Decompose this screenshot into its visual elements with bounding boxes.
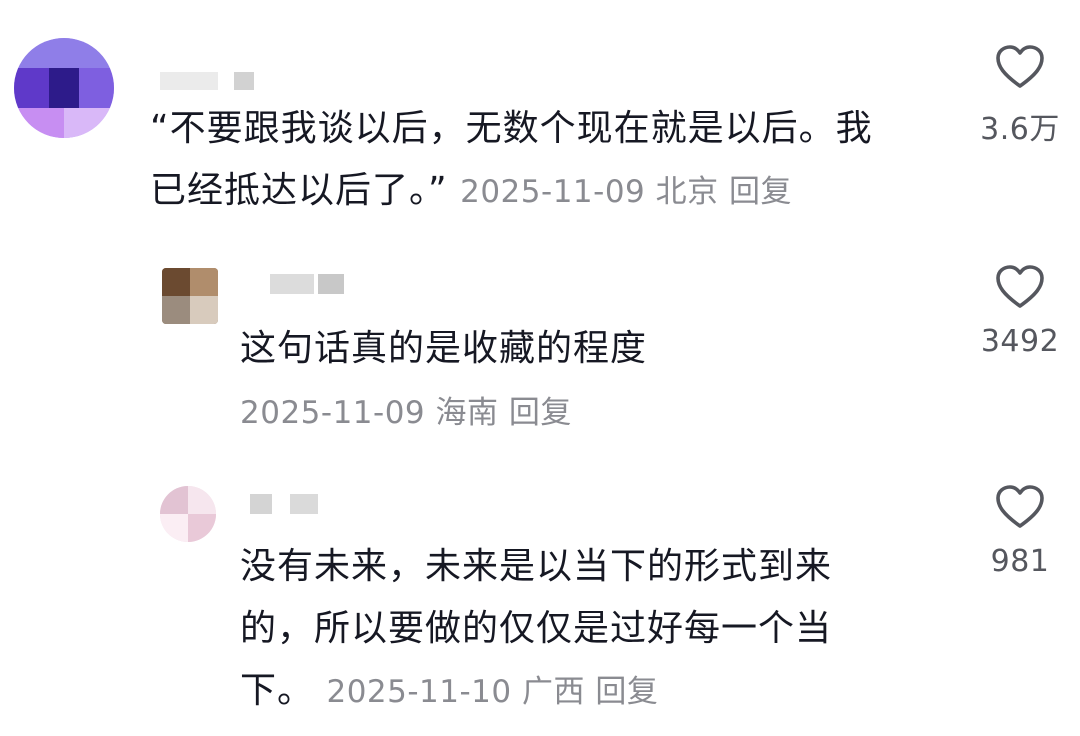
reply-item: 没有未来，未来是以当下的形式到来 的，所以要做的仅仅是过好每一个当 下。 202…	[0, 470, 1080, 736]
comment-line: “不要跟我谈以后，无数个现在就是以后。我	[150, 108, 873, 149]
comment-date: 2025-11-09	[460, 174, 646, 210]
comment-line: 已经抵达以后了。” 2025-11-09 北京 回复	[150, 160, 950, 223]
heart-outline-icon	[996, 45, 1044, 88]
comment-line-text: 下。	[240, 670, 315, 711]
avatar[interactable]	[14, 38, 114, 138]
comment-item: “不要跟我谈以后，无数个现在就是以后。我 已经抵达以后了。” 2025-11-0…	[0, 0, 1080, 230]
reply-button[interactable]: 回复	[509, 395, 572, 431]
avatar[interactable]	[160, 486, 216, 542]
comment-line-text: 已经抵达以后了。”	[150, 170, 448, 211]
comment-date: 2025-11-10	[326, 674, 512, 710]
reply-button[interactable]: 回复	[595, 674, 658, 710]
comment-line: 没有未来，未来是以当下的形式到来	[240, 546, 833, 587]
comment-meta: 2025-11-10 广西 回复	[326, 674, 658, 710]
reply-button[interactable]: 回复	[729, 174, 792, 210]
like-button[interactable]: 3492	[970, 264, 1070, 359]
comment-line: 的，所以要做的仅仅是过好每一个当	[240, 608, 833, 649]
comment-text: 没有未来，未来是以当下的形式到来 的，所以要做的仅仅是过好每一个当 下。 202…	[240, 536, 940, 723]
comment-line: 下。 2025-11-10 广西 回复	[240, 660, 940, 723]
avatar[interactable]	[162, 268, 218, 324]
like-button[interactable]: 981	[970, 484, 1070, 579]
comment-meta: 2025-11-09 北京 回复	[460, 174, 792, 210]
comment-location: 广西	[522, 674, 585, 710]
username-blurred[interactable]	[160, 70, 280, 92]
like-count: 981	[990, 544, 1050, 579]
comment-meta: 2025-11-09 海南 回复	[240, 382, 940, 444]
comment-line: 这句话真的是收藏的程度	[240, 328, 648, 369]
comment-location: 北京	[655, 174, 719, 210]
like-count: 3492	[980, 324, 1060, 359]
username-blurred[interactable]	[270, 274, 370, 296]
reply-item: 这句话真的是收藏的程度 2025-11-09 海南 回复 3492	[0, 240, 1080, 470]
comment-text: “不要跟我谈以后，无数个现在就是以后。我 已经抵达以后了。” 2025-11-0…	[150, 98, 950, 223]
heart-outline-icon	[996, 485, 1044, 528]
comment-date: 2025-11-09	[240, 395, 426, 431]
heart-outline-icon	[996, 265, 1044, 308]
username-blurred[interactable]	[250, 494, 350, 516]
comment-location: 海南	[435, 395, 499, 431]
comment-text: 这句话真的是收藏的程度 2025-11-09 海南 回复	[240, 318, 940, 444]
like-button[interactable]: 3.6万	[970, 44, 1070, 148]
like-count: 3.6万	[980, 112, 1060, 147]
